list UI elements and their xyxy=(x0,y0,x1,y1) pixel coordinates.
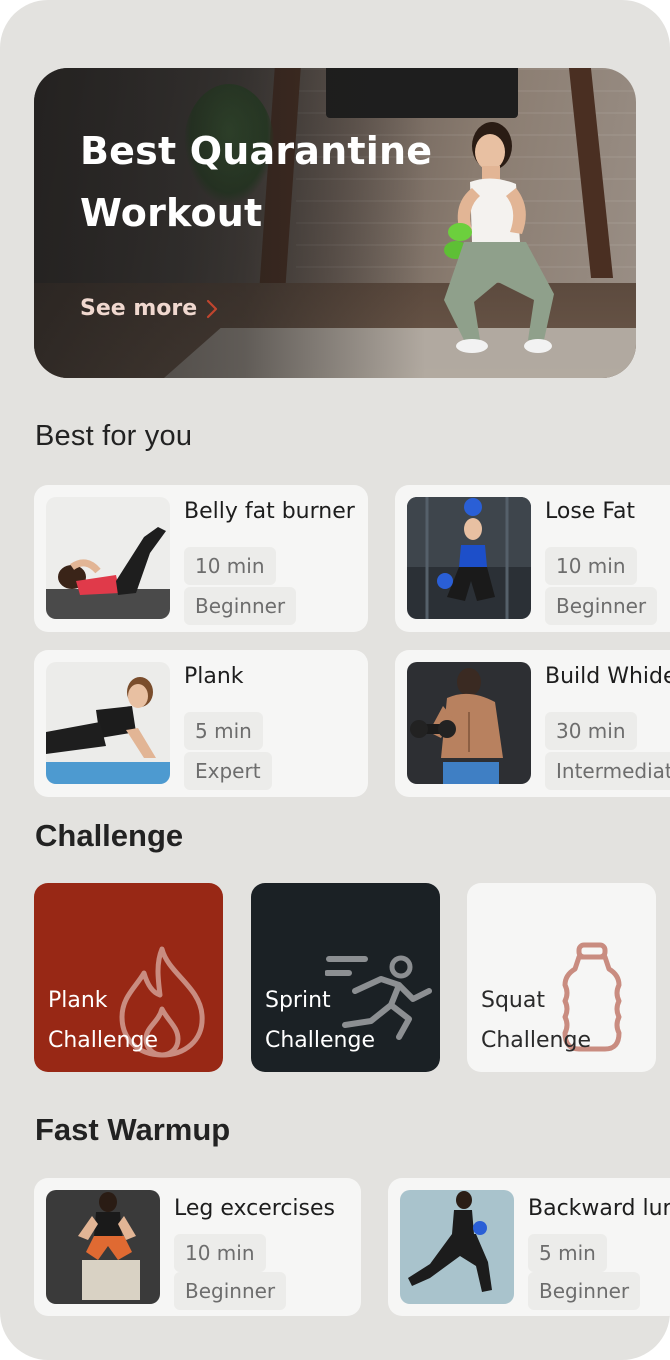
challenge-label: Plank Challenge xyxy=(48,981,198,1061)
workout-card-lose-fat[interactable]: Lose Fat 10 min Beginner xyxy=(395,485,670,632)
section-title-fast-warmup: Fast Warmup xyxy=(35,1112,231,1147)
challenge-tile-sprint[interactable]: Sprint Challenge xyxy=(251,883,440,1072)
challenge-label-line2: Challenge xyxy=(265,1028,375,1053)
warmup-title: Leg excercises xyxy=(174,1196,336,1221)
see-more-link[interactable]: See more xyxy=(80,296,219,321)
challenge-tile-squat[interactable]: Squat Challenge xyxy=(467,883,656,1072)
warmup-thumbnail-image xyxy=(400,1190,514,1304)
challenge-label-line2: Challenge xyxy=(481,1028,591,1053)
level-badge: Expert xyxy=(184,752,272,790)
section-title-challenge: Challenge xyxy=(35,818,184,853)
workout-title: Plank xyxy=(184,664,244,689)
workout-thumbnail-image xyxy=(407,662,531,784)
workout-card-build-whide[interactable]: Build Whide 30 min Intermediat xyxy=(395,650,670,797)
section-title-best-for-you: Best for you xyxy=(35,420,193,452)
hero-banner[interactable]: Best Quarantine Workout See more xyxy=(34,68,636,378)
workout-thumbnail-image xyxy=(407,497,531,619)
workout-title: Lose Fat xyxy=(545,499,636,524)
duration-badge: 5 min xyxy=(528,1234,607,1272)
chevron-right-icon xyxy=(207,299,218,318)
workout-card-belly-fat-burner[interactable]: Belly fat burner 10 min Beginner xyxy=(34,485,368,632)
level-badge: Beginner xyxy=(545,587,658,625)
warmup-title: Backward lun xyxy=(528,1196,670,1221)
challenge-label: Sprint Challenge xyxy=(265,981,415,1061)
hero-title: Best Quarantine Workout xyxy=(80,129,433,235)
workout-thumbnail-image xyxy=(46,497,170,619)
warmup-card-backward-lunge[interactable]: Backward lun 5 min Beginner xyxy=(388,1178,670,1316)
app-screen: Best Quarantine Workout See more Best fo… xyxy=(0,0,670,1360)
challenge-label-line1: Sprint xyxy=(265,988,331,1013)
duration-badge: 10 min xyxy=(184,547,276,585)
warmup-thumbnail-image xyxy=(46,1190,160,1304)
duration-badge: 5 min xyxy=(184,712,263,750)
workout-title: Build Whide xyxy=(545,664,670,689)
level-badge: Intermediat xyxy=(545,752,670,790)
duration-badge: 30 min xyxy=(545,712,637,750)
level-badge: Beginner xyxy=(528,1272,641,1310)
challenge-label-line1: Plank xyxy=(48,988,108,1013)
workout-card-plank[interactable]: Plank 5 min Expert xyxy=(34,650,368,797)
workout-title: Belly fat burner xyxy=(184,499,355,524)
challenge-label-line2: Challenge xyxy=(48,1028,158,1053)
duration-badge: 10 min xyxy=(545,547,637,585)
see-more-label: See more xyxy=(80,296,198,321)
warmup-card-leg-exercises[interactable]: Leg excercises 10 min Beginner xyxy=(34,1178,361,1316)
workout-thumbnail-image xyxy=(46,662,170,784)
challenge-tile-plank[interactable]: Plank Challenge xyxy=(34,883,223,1072)
challenge-label: Squat Challenge xyxy=(481,981,631,1061)
level-badge: Beginner xyxy=(184,587,297,625)
challenge-label-line1: Squat xyxy=(481,988,545,1013)
level-badge: Beginner xyxy=(174,1272,287,1310)
duration-badge: 10 min xyxy=(174,1234,266,1272)
